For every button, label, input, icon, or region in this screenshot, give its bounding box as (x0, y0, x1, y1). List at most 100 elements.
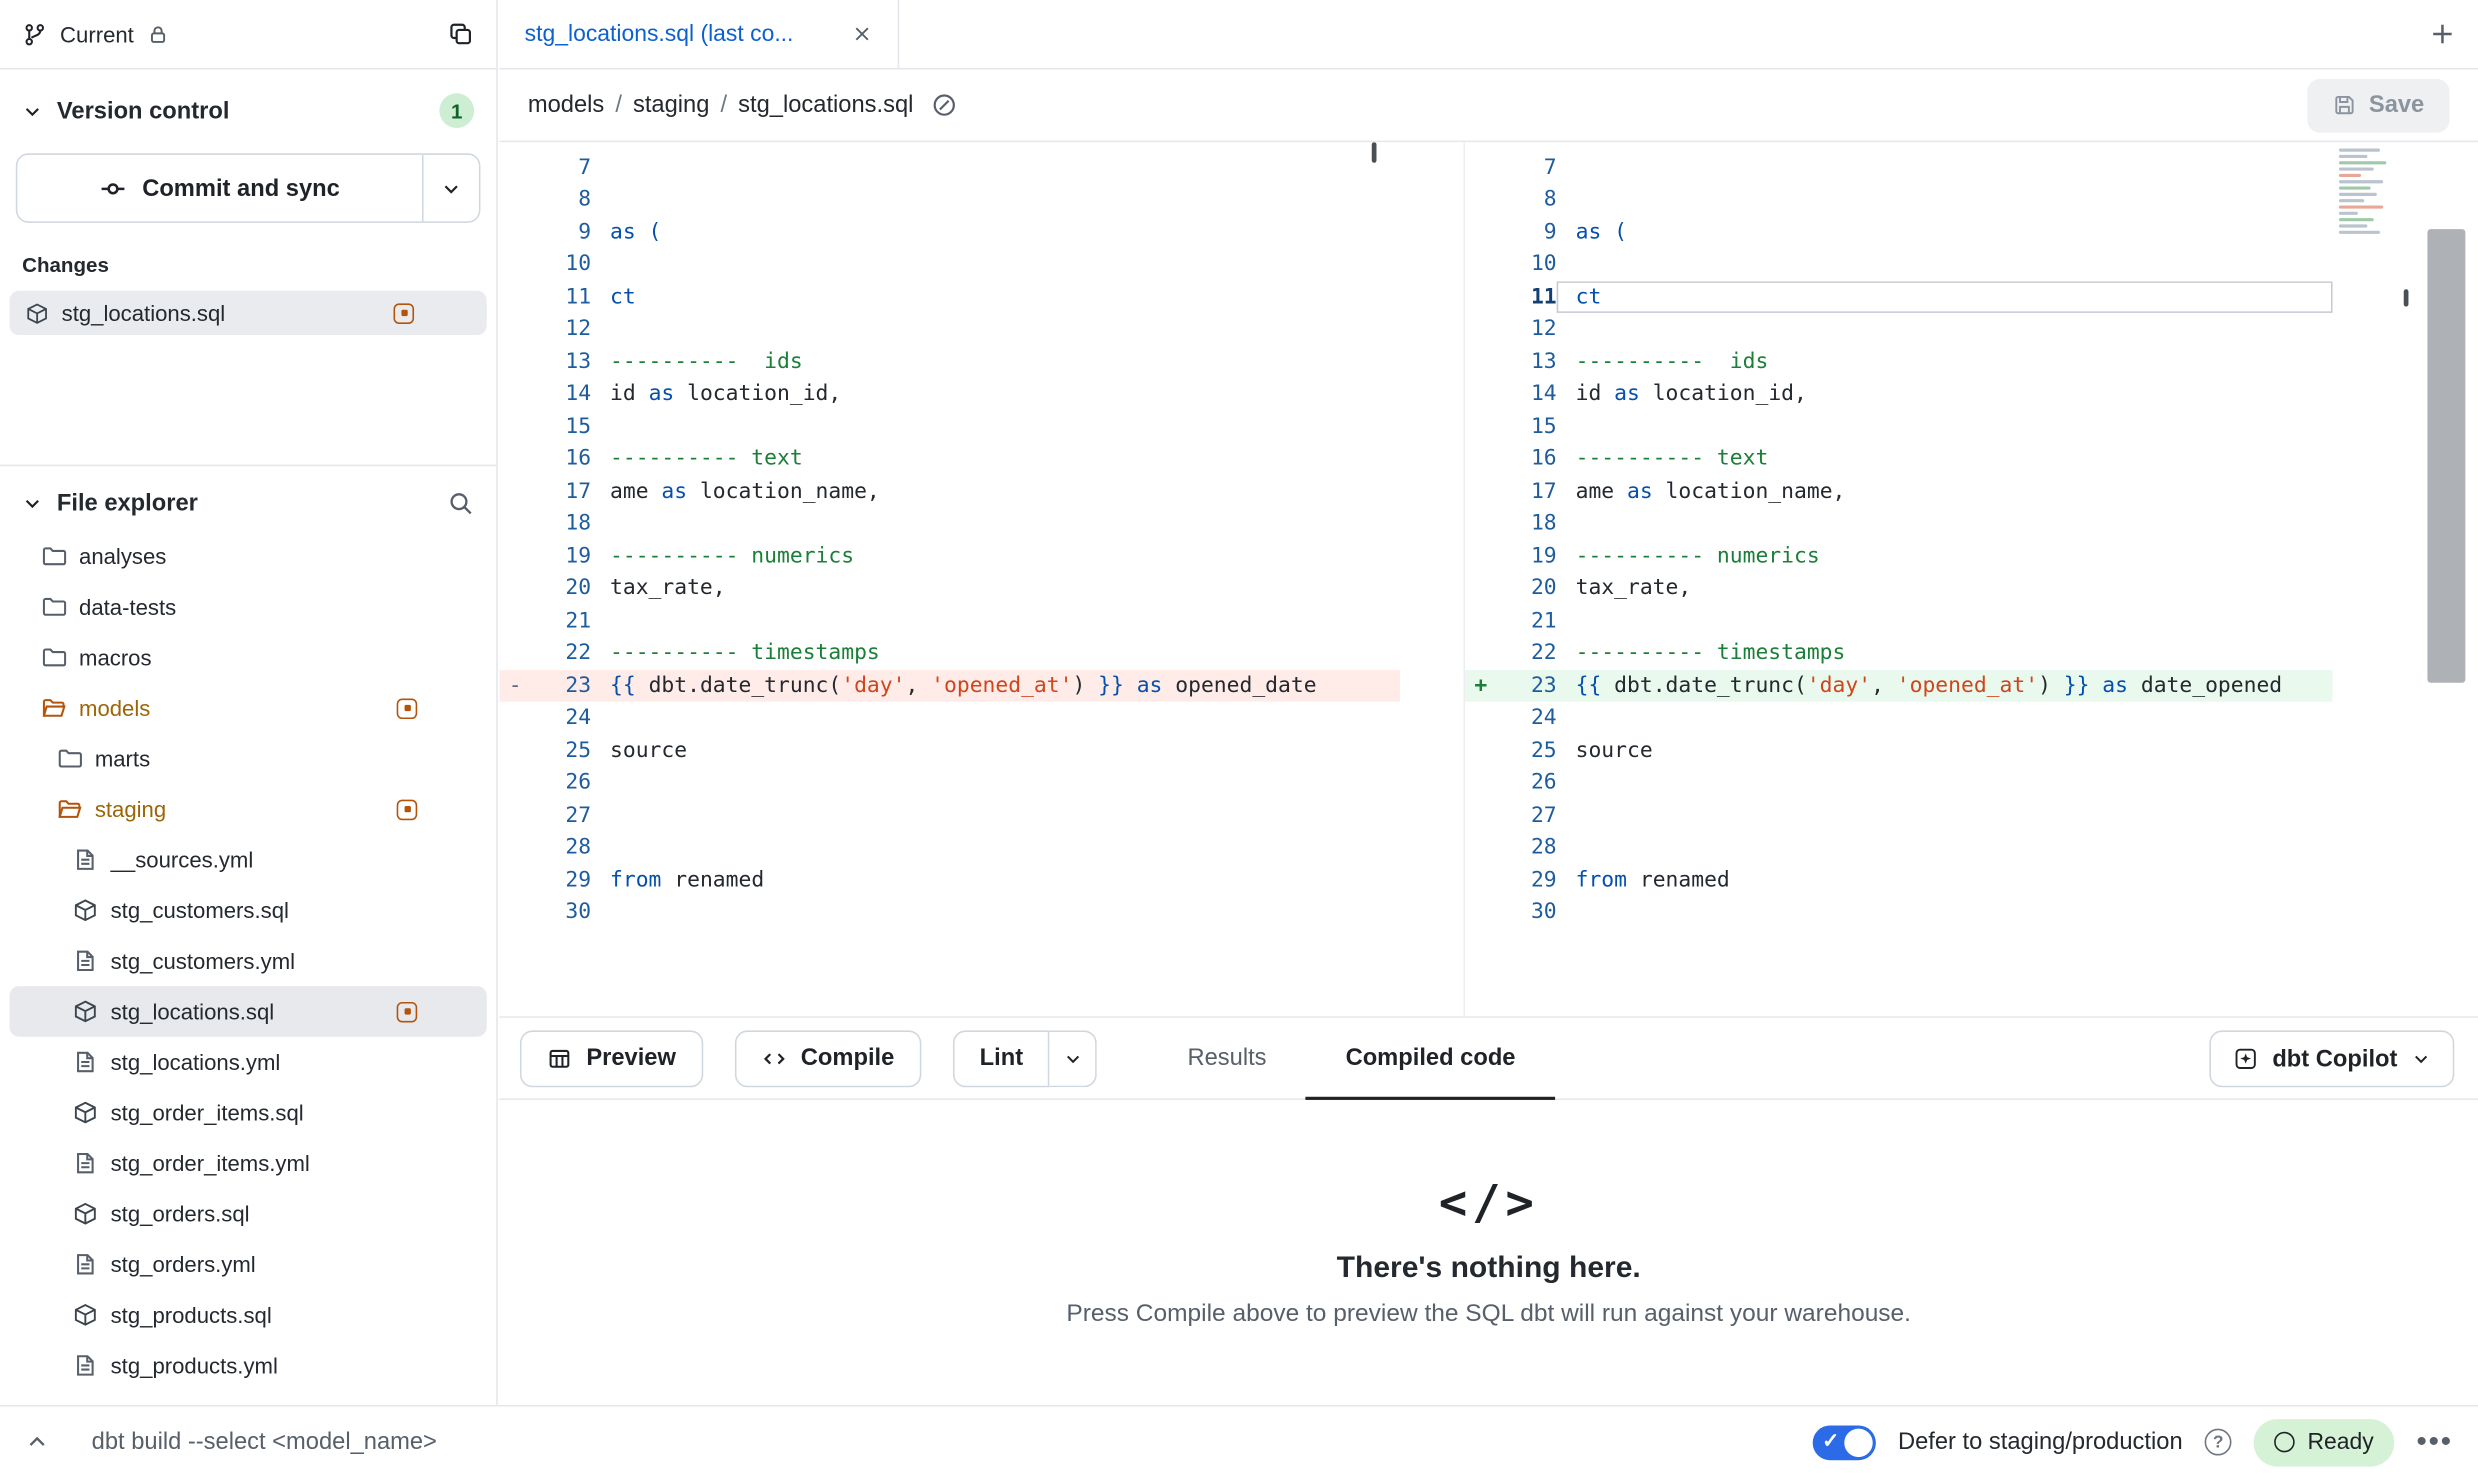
file-tree-item-stg_locations.yml[interactable]: stg_locations.yml (9, 1037, 486, 1088)
code-line-11[interactable]: 11ct (499, 281, 1400, 313)
code-line-6[interactable]: 6 (1465, 142, 2333, 151)
code-line-24[interactable]: 24 (1465, 702, 2333, 734)
file-tree-item-stg_orders.yml[interactable]: stg_orders.yml (9, 1239, 486, 1290)
code-line-12[interactable]: 12 (1465, 313, 2333, 345)
code-line-22[interactable]: 22---------- timestamps (1465, 637, 2333, 669)
left-pane-scrollbar[interactable] (1372, 142, 1377, 163)
code-line-20[interactable]: 20tax_rate, (499, 572, 1400, 604)
code-line-30[interactable]: 30 (1465, 896, 2333, 928)
right-pane-scrollbar[interactable] (2404, 289, 2409, 306)
file-tree-item-stg_order_items.sql[interactable]: stg_order_items.sql (9, 1087, 486, 1138)
file-tree-item-models[interactable]: models (9, 683, 486, 734)
copy-icon[interactable] (447, 21, 474, 48)
code-line-22[interactable]: 22---------- timestamps (499, 637, 1400, 669)
code-line-19[interactable]: 19---------- numerics (1465, 540, 2333, 572)
file-tree-item-__sources.yml[interactable]: __sources.yml (9, 834, 486, 885)
code-line-8[interactable]: 8 (1465, 183, 2333, 215)
code-line-24[interactable]: 24 (499, 702, 1400, 734)
code-line-29[interactable]: 29from renamed (499, 864, 1400, 896)
code-line-10[interactable]: 10 (1465, 248, 2333, 280)
file-tree-item-stg_products.yml[interactable]: stg_products.yml (9, 1340, 486, 1391)
code-line-7[interactable]: 7 (499, 151, 1400, 183)
branch-name[interactable]: Current (60, 21, 134, 46)
code-line-26[interactable]: 26 (1465, 766, 2333, 798)
commit-options-chevron[interactable] (422, 155, 479, 221)
code-line-25[interactable]: 25source (499, 734, 1400, 766)
dbt-copilot-button[interactable]: dbt Copilot (2209, 1030, 2454, 1087)
file-tree-item-staging[interactable]: staging (9, 784, 486, 835)
slash-circle-icon[interactable] (931, 92, 958, 119)
file-tree-item-analyses[interactable]: analyses (9, 531, 486, 582)
new-tab-button[interactable] (2429, 0, 2456, 68)
preview-button[interactable]: Preview (520, 1030, 703, 1087)
version-control-header[interactable]: Version control 1 (0, 70, 496, 144)
minimap[interactable] (2334, 145, 2397, 240)
tab-compiled-code[interactable]: Compiled code (1306, 1018, 1555, 1099)
code-line-15[interactable]: 15 (499, 410, 1400, 442)
breadcrumb-file[interactable]: stg_locations.sql (738, 92, 913, 119)
code-line-16[interactable]: 16---------- text (499, 442, 1400, 474)
search-icon[interactable] (447, 490, 474, 517)
code-line-8[interactable]: 8 (499, 183, 1400, 215)
chevron-up-icon[interactable] (25, 1430, 49, 1454)
code-line-17[interactable]: 17ame as location_name, (499, 475, 1400, 507)
save-button[interactable]: Save (2307, 78, 2449, 132)
code-line-14[interactable]: 14id as location_id, (1465, 378, 2333, 410)
tab-stg-locations[interactable]: stg_locations.sql (last co... (499, 0, 899, 68)
tab-results[interactable]: Results (1148, 1018, 1306, 1099)
file-tree-item-marts[interactable]: marts (9, 733, 486, 784)
diff-pane-modified[interactable]: 6789as (1011ct1213---------- ids14id as … (1463, 142, 2332, 1016)
code-line-12[interactable]: 12 (499, 313, 1400, 345)
file-explorer-header[interactable]: File explorer (0, 466, 496, 531)
lint-button[interactable]: Lint (953, 1030, 1050, 1087)
code-line-9[interactable]: 9as ( (1465, 216, 2333, 248)
code-line-21[interactable]: 21 (499, 604, 1400, 636)
code-line-11[interactable]: 11ct (1465, 281, 2333, 313)
code-line-7[interactable]: 7 (1465, 151, 2333, 183)
code-line-21[interactable]: 21 (1465, 604, 2333, 636)
file-tree-item-stg_order_items.yml[interactable]: stg_order_items.yml (9, 1138, 486, 1189)
code-line-6[interactable]: 6 (499, 142, 1400, 151)
code-line-18[interactable]: 18 (499, 507, 1400, 539)
code-line-25[interactable]: 25source (1465, 734, 2333, 766)
code-line-26[interactable]: 26 (499, 766, 1400, 798)
dbt-command-input[interactable]: dbt build --select <model_name> (92, 1429, 437, 1456)
close-icon[interactable] (852, 24, 873, 45)
code-line-28[interactable]: 28 (1465, 831, 2333, 863)
file-tree-item-stg_customers.sql[interactable]: stg_customers.sql (9, 885, 486, 936)
code-line-10[interactable]: 10 (499, 248, 1400, 280)
file-tree-item-stg_products.sql[interactable]: stg_products.sql (9, 1290, 486, 1341)
editor-scrollbar-thumb[interactable] (2427, 229, 2465, 683)
breadcrumb-models[interactable]: models (528, 92, 604, 119)
code-line-15[interactable]: 15 (1465, 410, 2333, 442)
help-icon[interactable]: ? (2205, 1429, 2232, 1456)
code-line-30[interactable]: 30 (499, 896, 1400, 928)
file-tree-item-stg_orders.sql[interactable]: stg_orders.sql (9, 1188, 486, 1239)
code-line-14[interactable]: 14id as location_id, (499, 378, 1400, 410)
file-tree-item-stg_locations.sql[interactable]: stg_locations.sql (9, 986, 486, 1037)
code-line-17[interactable]: 17ame as location_name, (1465, 475, 2333, 507)
code-line-13[interactable]: 13---------- ids (1465, 345, 2333, 377)
changed-file-item[interactable]: stg_locations.sql (9, 291, 486, 335)
compile-button[interactable]: Compile (734, 1030, 921, 1087)
code-line-28[interactable]: 28 (499, 831, 1400, 863)
file-tree-item-data-tests[interactable]: data-tests (9, 582, 486, 633)
diff-pane-original[interactable]: 6789as (1011ct1213---------- ids14id as … (499, 142, 1400, 1016)
code-line-27[interactable]: 27 (1465, 799, 2333, 831)
code-line-20[interactable]: 20tax_rate, (1465, 572, 2333, 604)
environment-status-badge[interactable]: Ready (2254, 1418, 2395, 1465)
file-tree-item-macros[interactable]: macros (9, 632, 486, 683)
code-line-19[interactable]: 19---------- numerics (499, 540, 1400, 572)
code-line-13[interactable]: 13---------- ids (499, 345, 1400, 377)
breadcrumb-staging[interactable]: staging (633, 92, 709, 119)
defer-toggle[interactable]: ✓ (1813, 1425, 1876, 1460)
code-line-9[interactable]: 9as ( (499, 216, 1400, 248)
code-line-18[interactable]: 18 (1465, 507, 2333, 539)
lint-options-chevron[interactable] (1050, 1030, 1097, 1087)
more-options-icon[interactable]: ••• (2416, 1425, 2452, 1460)
code-line-27[interactable]: 27 (499, 799, 1400, 831)
commit-and-sync-button[interactable]: Commit and sync (17, 155, 422, 221)
code-line-29[interactable]: 29from renamed (1465, 864, 2333, 896)
code-line-23[interactable]: -23{{ dbt.date_trunc('day', 'opened_at')… (499, 669, 1400, 701)
code-line-16[interactable]: 16---------- text (1465, 442, 2333, 474)
